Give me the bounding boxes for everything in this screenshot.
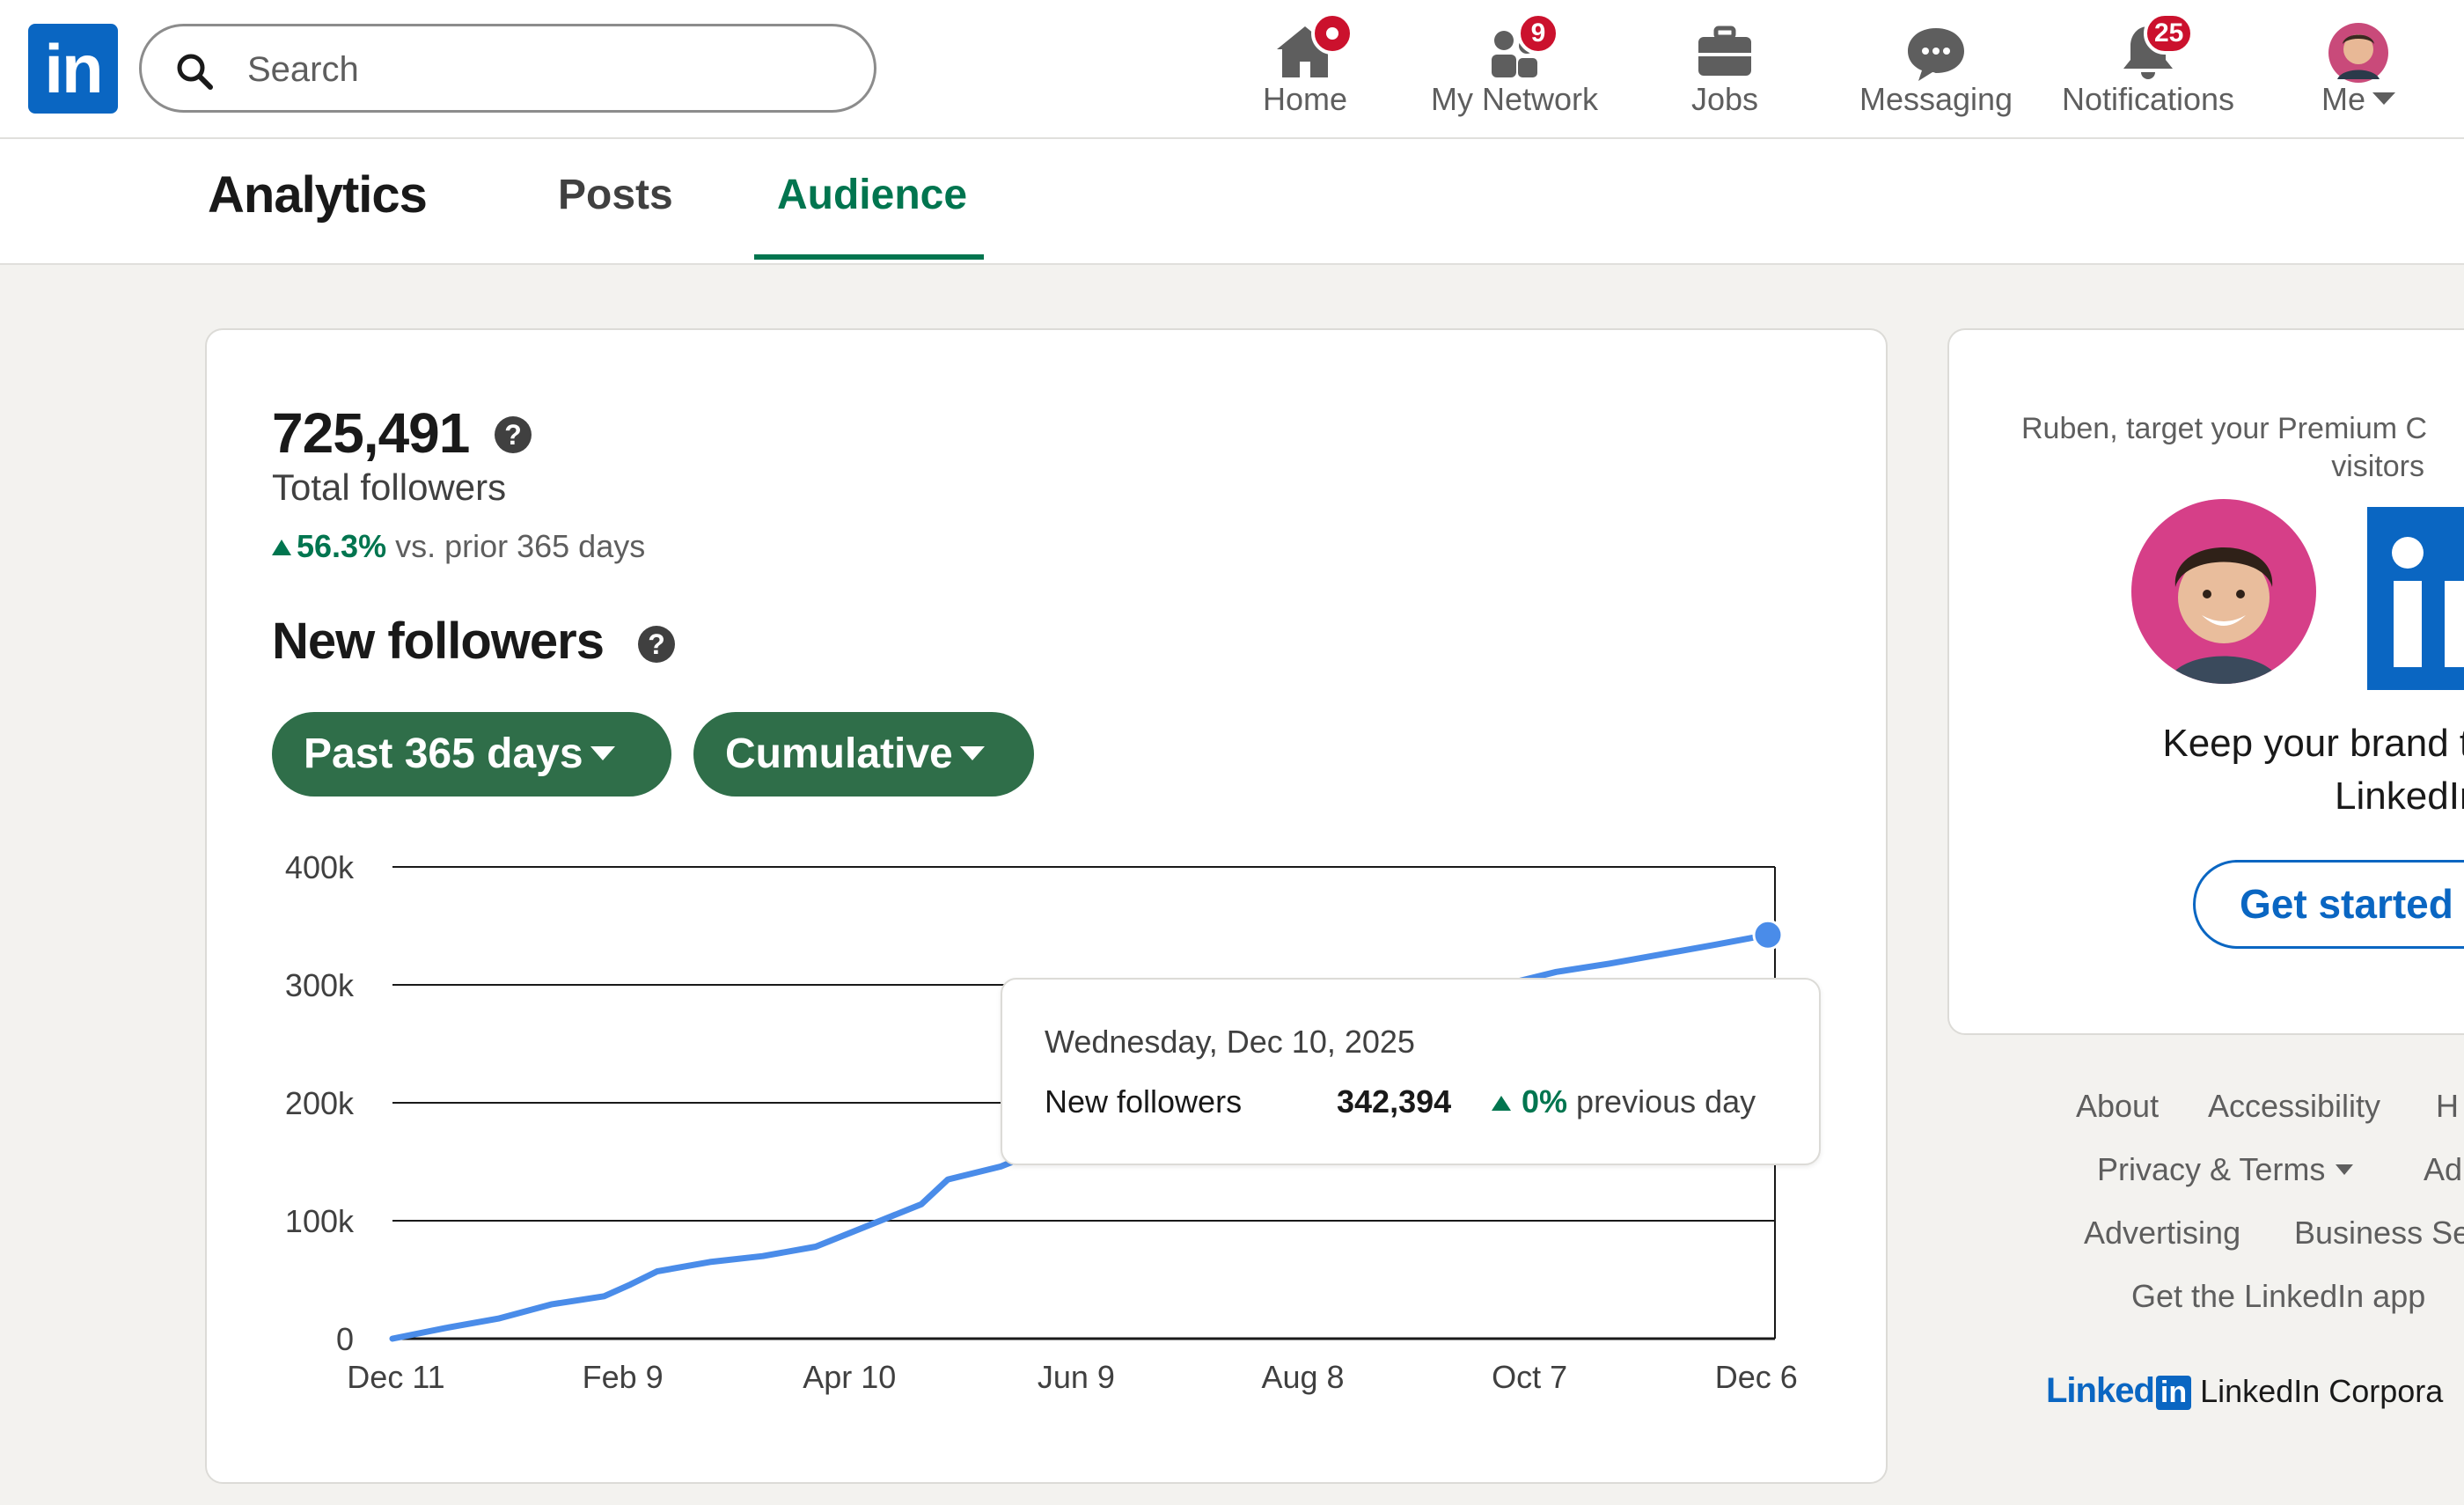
x-tick-label: Feb 9 bbox=[583, 1359, 664, 1395]
ad-headline: Ruben, target your Premium C bbox=[2021, 412, 2428, 445]
footer-link-get-app[interactable]: Get the LinkedIn app bbox=[2131, 1278, 2425, 1315]
footer-link-advertising[interactable]: Advertising bbox=[2084, 1215, 2240, 1252]
chevron-down-icon bbox=[2372, 92, 2395, 105]
ad-card: Ruben, target your Premium C visitors Ke… bbox=[1947, 328, 2464, 1035]
tooltip-change: 0% bbox=[1522, 1083, 1568, 1120]
nav-me-text: Me bbox=[2321, 81, 2365, 117]
nav-my-network-label: My Network bbox=[1430, 81, 1599, 117]
trend-up-icon bbox=[1492, 1096, 1511, 1111]
y-tick-label: 200k bbox=[285, 1085, 355, 1121]
footer-link-privacy-terms[interactable]: Privacy & Terms bbox=[2097, 1151, 2354, 1188]
chevron-down-icon bbox=[2336, 1164, 2354, 1175]
ad-body-line-2: LinkedIn Ads bbox=[2335, 775, 2464, 818]
profile-photo bbox=[2167, 547, 2281, 684]
nav-jobs-label: Jobs bbox=[1690, 81, 1759, 117]
tooltip-value: 342,394 bbox=[1337, 1083, 1452, 1120]
nav-my-network[interactable]: 9 My Network bbox=[1417, 12, 1612, 127]
network-badge: 9 bbox=[1517, 12, 1559, 55]
tooltip-trend: 0% previous day bbox=[1492, 1083, 1756, 1120]
footer-link-business[interactable]: Business Se bbox=[2294, 1215, 2464, 1252]
nav-messaging-label: Messaging bbox=[1859, 81, 2013, 117]
footer-copyright: Linked in LinkedIn Corpora bbox=[2046, 1371, 2443, 1411]
footer-link-about[interactable]: About bbox=[2076, 1088, 2159, 1125]
ad-headline-2: visitors bbox=[2331, 450, 2424, 483]
chat-icon bbox=[1908, 28, 1964, 81]
nav-jobs[interactable]: Jobs bbox=[1654, 12, 1795, 127]
tab-posts[interactable]: Posts bbox=[558, 171, 673, 219]
nav-me-label: Me bbox=[2297, 81, 2420, 118]
y-tick-label: 0 bbox=[336, 1321, 354, 1357]
x-tick-label: Aug 8 bbox=[1262, 1359, 1345, 1395]
briefcase-icon bbox=[1698, 26, 1751, 76]
search-icon bbox=[177, 54, 213, 90]
linkedin-logo[interactable]: in bbox=[28, 24, 118, 114]
nav-me[interactable]: Me bbox=[2297, 12, 2420, 127]
x-tick-label: Dec 6 bbox=[1715, 1359, 1798, 1395]
nav-home-label: Home bbox=[1262, 81, 1348, 117]
y-tick-label: 300k bbox=[285, 967, 355, 1003]
followers-chart: 0 100k 200k 300k 400k Dec 11 Feb 9 Apr 10 Jun 9 A… bbox=[285, 849, 1798, 1395]
chart-tooltip: Wednesday, Dec 10, 2025 New followers 34… bbox=[1001, 978, 1821, 1165]
tab-audience[interactable]: Audience bbox=[777, 171, 967, 219]
y-tick-label: 400k bbox=[285, 849, 355, 885]
linkedin-ad-logo bbox=[2367, 507, 2464, 690]
followers-card: 725,491 ? Total followers 56.3% vs. prio… bbox=[205, 328, 1888, 1484]
footer-corp-text: LinkedIn Corpora bbox=[2200, 1373, 2444, 1409]
x-tick-label: Oct 7 bbox=[1492, 1359, 1567, 1395]
tooltip-label: New followers bbox=[1045, 1083, 1243, 1120]
active-tab-indicator bbox=[754, 254, 984, 260]
linkedin-logo-icon bbox=[2392, 537, 2464, 667]
ad-avatar bbox=[2131, 499, 2316, 684]
footer-link-ad[interactable]: Ad bbox=[2424, 1151, 2462, 1188]
x-tick-label: Apr 10 bbox=[803, 1359, 896, 1395]
y-tick-label: 100k bbox=[285, 1203, 355, 1239]
footer-brand-box: in bbox=[2155, 1376, 2192, 1410]
page-title: Analytics bbox=[208, 166, 428, 224]
search-box[interactable] bbox=[139, 24, 876, 113]
footer-link-privacy-label: Privacy & Terms bbox=[2097, 1151, 2326, 1187]
notifications-badge: 25 bbox=[2144, 12, 2195, 55]
top-nav: in Home 9 My Network bbox=[0, 0, 2464, 139]
x-tick-label: Jun 9 bbox=[1038, 1359, 1115, 1395]
footer-link-help[interactable]: H bbox=[2436, 1088, 2459, 1125]
tooltip-change-text: previous day bbox=[1576, 1083, 1756, 1120]
ad-body-line-1: Keep your brand top of bbox=[2162, 722, 2464, 765]
nav-home[interactable]: Home bbox=[1239, 12, 1371, 127]
home-notification-dot bbox=[1311, 12, 1353, 55]
highlight-point bbox=[1752, 919, 1784, 951]
avatar bbox=[2328, 23, 2388, 83]
search-input[interactable] bbox=[247, 44, 846, 95]
ad-body: Keep your brand top of LinkedIn Ads bbox=[2046, 717, 2464, 823]
nav-notifications[interactable]: 25 Notifications bbox=[2050, 12, 2246, 127]
analytics-header: Analytics Posts Audience bbox=[0, 139, 2464, 265]
nav-notifications-label: Notifications bbox=[2061, 81, 2235, 117]
footer-link-accessibility[interactable]: Accessibility bbox=[2208, 1088, 2380, 1125]
footer-brand: Linked bbox=[2046, 1371, 2155, 1410]
tooltip-date: Wednesday, Dec 10, 2025 bbox=[1045, 1024, 1415, 1060]
nav-messaging[interactable]: Messaging bbox=[1848, 12, 2024, 127]
x-tick-label: Dec 11 bbox=[347, 1359, 444, 1395]
get-started-button[interactable]: Get started bbox=[2193, 860, 2464, 949]
